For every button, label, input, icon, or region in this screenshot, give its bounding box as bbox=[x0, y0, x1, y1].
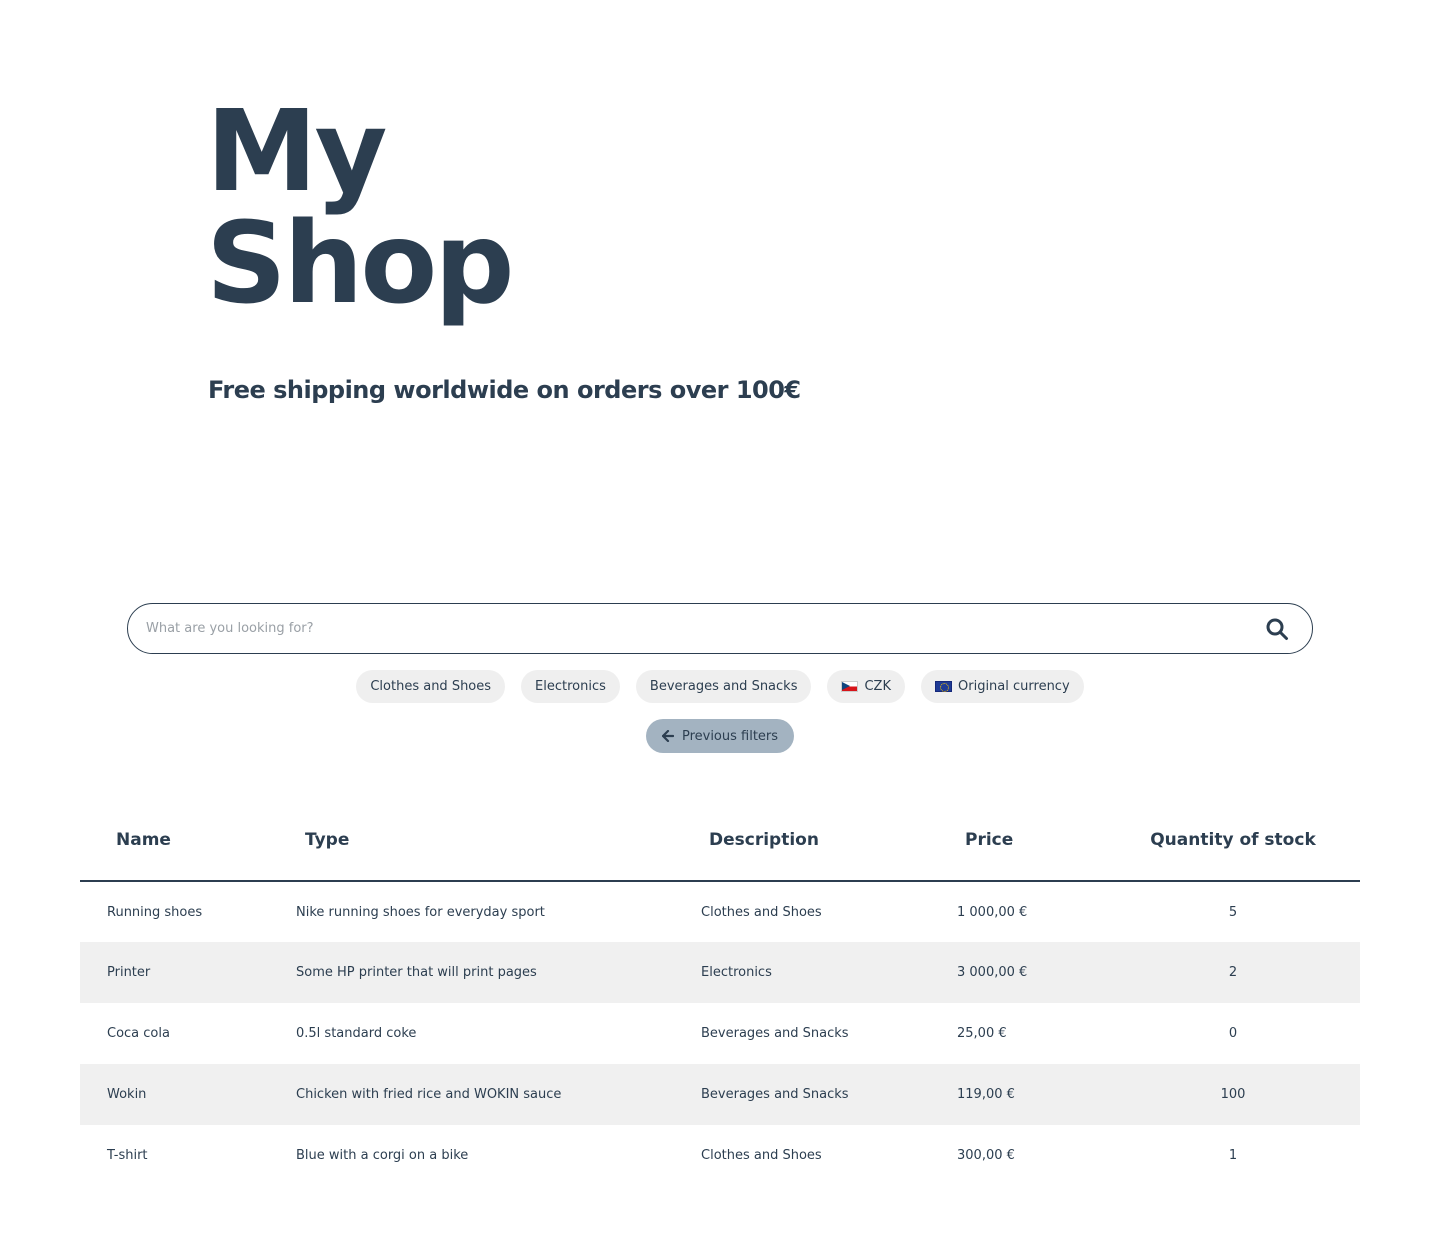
cell-type: 0.5l standard coke bbox=[296, 1026, 417, 1041]
cell-name: Wokin bbox=[80, 1064, 269, 1125]
search-input[interactable] bbox=[146, 621, 1260, 636]
shipping-subtitle: Free shipping worldwide on orders over 1… bbox=[208, 376, 801, 404]
page-title: My Shop bbox=[206, 87, 515, 329]
filter-chip-clothes-and-shoes[interactable]: Clothes and Shoes bbox=[356, 670, 506, 703]
table-row: Wokin Chicken with fried rice and WOKIN … bbox=[80, 1064, 1360, 1125]
previous-filters-button[interactable]: Previous filters bbox=[646, 719, 794, 753]
column-header-quantity[interactable]: Quantity of stock bbox=[1092, 800, 1360, 882]
cell-name: Coca cola bbox=[107, 1026, 170, 1041]
cell-name: Running shoes bbox=[107, 904, 203, 920]
cell-name: Printer bbox=[80, 942, 269, 1003]
filter-chips: Clothes and Shoes Electronics Beverages … bbox=[0, 670, 1440, 703]
cell-type: Blue with a corgi on a bike bbox=[296, 1148, 469, 1163]
filter-chip-beverages-and-snacks[interactable]: Beverages and Snacks bbox=[635, 670, 812, 703]
table-row: T-shirt Blue with a corgi on a bike Clot… bbox=[80, 1125, 1360, 1186]
eu-flag-icon bbox=[935, 681, 952, 692]
table-header-row: Name Type Description Price Quantity of … bbox=[80, 800, 1360, 882]
page-title-line-2: Shop bbox=[206, 199, 515, 329]
cell-description: Electronics bbox=[674, 942, 930, 1003]
search-button[interactable] bbox=[1260, 612, 1294, 646]
table-row: Coca cola 0.5l standard coke Beverages a… bbox=[80, 1003, 1360, 1064]
currency-chip-czk[interactable]: CZK bbox=[827, 670, 905, 703]
cell-name: T-shirt bbox=[107, 1148, 148, 1163]
cell-price: 25,00 € bbox=[957, 1026, 1007, 1041]
cell-description: Clothes and Shoes bbox=[701, 1148, 822, 1163]
filter-chip-label: CZK bbox=[864, 679, 891, 694]
cell-price: 3 000,00 € bbox=[930, 942, 1092, 1003]
cell-type: Nike running shoes for everyday sport bbox=[296, 904, 545, 920]
czech-flag-icon bbox=[841, 681, 859, 692]
cell-price: 1 000,00 € bbox=[957, 904, 1028, 920]
cell-quantity: 2 bbox=[1092, 942, 1360, 1003]
cell-quantity: 100 bbox=[1092, 1064, 1360, 1125]
cell-price: 300,00 € bbox=[957, 1148, 1015, 1163]
filter-chip-label: Beverages and Snacks bbox=[649, 679, 798, 694]
cell-quantity: 0 bbox=[1228, 1026, 1238, 1041]
cell-quantity: 1 bbox=[1228, 1148, 1238, 1163]
filter-chip-label: Clothes and Shoes bbox=[370, 679, 492, 694]
filter-chip-label: Electronics bbox=[535, 679, 606, 694]
arrow-left-icon bbox=[661, 730, 674, 742]
filter-chip-electronics[interactable]: Electronics bbox=[521, 670, 620, 703]
page-title-line-1: My bbox=[206, 87, 387, 217]
cell-type: Chicken with fried rice and WOKIN sauce bbox=[269, 1064, 674, 1125]
previous-filters-label: Previous filters bbox=[681, 728, 779, 744]
currency-chip-original[interactable]: Original currency bbox=[921, 670, 1084, 703]
search-icon bbox=[1266, 618, 1288, 640]
column-header-type[interactable]: Type bbox=[269, 800, 674, 882]
cell-description: Clothes and Shoes bbox=[701, 904, 822, 920]
cell-description: Beverages and Snacks bbox=[674, 1064, 930, 1125]
cell-price: 119,00 € bbox=[930, 1064, 1092, 1125]
table-row: Printer Some HP printer that will print … bbox=[80, 942, 1360, 1003]
cell-description: Beverages and Snacks bbox=[701, 1026, 849, 1041]
search-bar bbox=[127, 603, 1313, 654]
table-row: Running shoes Nike running shoes for eve… bbox=[80, 881, 1360, 942]
column-header-description[interactable]: Description bbox=[674, 800, 930, 882]
products-table: Name Type Description Price Quantity of … bbox=[80, 800, 1360, 1186]
cell-type: Some HP printer that will print pages bbox=[269, 942, 674, 1003]
column-header-name[interactable]: Name bbox=[80, 800, 269, 882]
cell-quantity: 5 bbox=[1228, 904, 1238, 920]
column-header-price[interactable]: Price bbox=[930, 800, 1092, 882]
filter-chip-label: Original currency bbox=[958, 679, 1070, 694]
